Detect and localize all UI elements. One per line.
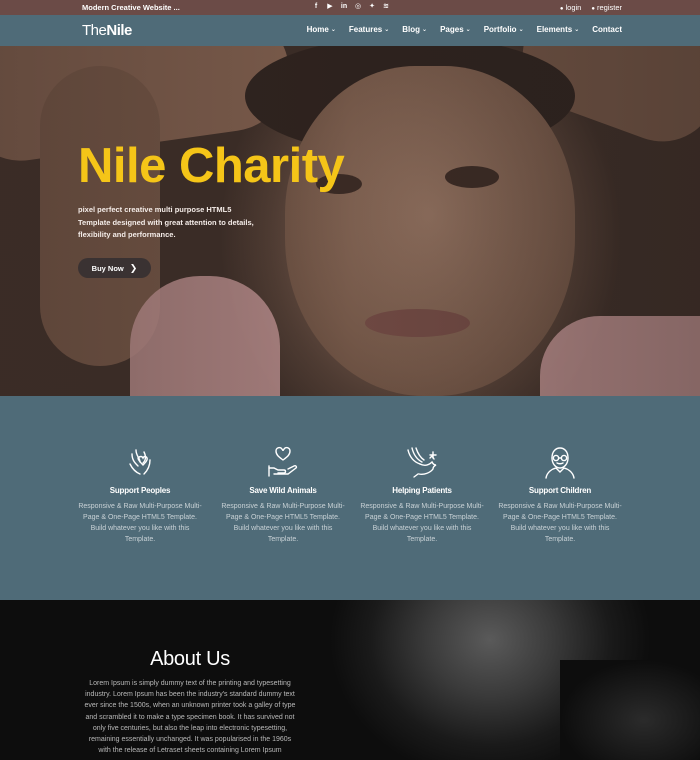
site-tagline: Modern Creative Website ... xyxy=(82,3,180,12)
feature-card: Support Children Responsive & Raw Multi-… xyxy=(498,444,622,545)
buy-now-button[interactable]: Buy Now ❯ xyxy=(78,258,151,278)
social-links: f ▶ in ◎ ✦ ≋ xyxy=(312,2,390,12)
features-section: Support Peoples Responsive & Raw Multi-P… xyxy=(0,396,700,600)
hero-subtitle: pixel perfect creative multi purpose HTM… xyxy=(78,205,254,239)
nav-item-home[interactable]: Home ⌄ xyxy=(307,25,336,34)
logo-part-the: The xyxy=(82,22,107,39)
chevron-down-icon: ⌄ xyxy=(384,27,390,33)
about-section: About Us Lorem Ipsum is simply dummy tex… xyxy=(0,600,700,760)
feature-description: Responsive & Raw Multi-Purpose Multi-Pag… xyxy=(78,503,202,543)
feature-title: Save Wild Animals xyxy=(249,486,317,495)
feature-description: Responsive & Raw Multi-Purpose Multi-Pag… xyxy=(360,503,484,543)
login-link[interactable]: ● login xyxy=(560,3,581,12)
nav-item-label: Features xyxy=(348,25,383,34)
feature-card: Save Wild Animals Responsive & Raw Multi… xyxy=(221,444,345,545)
hero-title: Nile Charity xyxy=(78,139,345,193)
nav-item-portfolio[interactable]: Portfolio ⌄ xyxy=(484,25,524,34)
nav-item-blog[interactable]: Blog ⌄ xyxy=(402,25,427,34)
main-menu: Home ⌄ Features ⌄ Blog ⌄ Pages ⌄ Portfolio ⌄ … xyxy=(307,25,622,34)
user-plus-icon: ● xyxy=(591,6,595,12)
chevron-down-icon: ⌄ xyxy=(518,27,524,33)
hands-heart-icon xyxy=(129,449,151,475)
top-bar: Modern Creative Website ... f ▶ in ◎ ✦ ≋… xyxy=(0,0,700,15)
nav-item-features[interactable]: Features ⌄ xyxy=(349,25,389,34)
nav-item-label: Pages xyxy=(440,25,464,34)
hand-heart-icon xyxy=(268,446,298,477)
chevron-down-icon: ⌄ xyxy=(574,27,580,33)
logo-part-nile: Nile xyxy=(106,22,132,39)
linkedin-icon[interactable]: in xyxy=(340,2,348,12)
feature-description: Responsive & Raw Multi-Purpose Multi-Pag… xyxy=(221,503,345,543)
register-label: register xyxy=(596,3,622,12)
chevron-down-icon: ⌄ xyxy=(465,27,471,33)
nav-item-elements[interactable]: Elements ⌄ xyxy=(537,25,580,34)
chevron-right-icon: ❯ xyxy=(129,262,138,273)
youtube-icon[interactable]: ▶ xyxy=(326,2,334,12)
feature-title: Support Children xyxy=(528,486,592,495)
nav-item-label: Elements xyxy=(536,25,573,34)
main-navbar: TheNile Home ⌄ Features ⌄ Blog ⌄ Pages ⌄ Por… xyxy=(0,15,700,46)
feature-title: Support Peoples xyxy=(109,486,171,495)
chevron-down-icon: ⌄ xyxy=(422,27,428,33)
register-link[interactable]: ● register xyxy=(591,3,622,12)
login-label: login xyxy=(565,3,582,12)
nav-item-label: Contact xyxy=(592,25,622,34)
about-title: About Us xyxy=(150,648,230,670)
about-photo-shadow xyxy=(560,660,700,760)
chevron-down-icon: ⌄ xyxy=(330,27,336,33)
site-logo[interactable]: TheNile xyxy=(82,22,132,39)
hero-section: Nile Charity pixel perfect creative mult… xyxy=(0,46,700,396)
elder-icon xyxy=(545,447,575,479)
nav-item-label: Blog xyxy=(402,25,421,34)
nav-item-label: Home xyxy=(306,25,329,34)
account-links: ● login ● register xyxy=(560,3,622,12)
dribbble-icon[interactable]: ◎ xyxy=(354,2,362,12)
feature-description: Responsive & Raw Multi-Purpose Multi-Pag… xyxy=(498,503,622,543)
dove-icon xyxy=(407,447,437,478)
feature-card: Helping Patients Responsive & Raw Multi-… xyxy=(360,444,484,545)
rss-icon[interactable]: ≋ xyxy=(382,2,390,12)
twitter-icon[interactable]: ✦ xyxy=(368,2,376,12)
buy-now-label: Buy Now xyxy=(91,263,124,273)
nav-item-contact[interactable]: Contact xyxy=(592,25,622,34)
lock-icon: ● xyxy=(559,6,564,12)
nav-item-pages[interactable]: Pages ⌄ xyxy=(440,25,471,34)
feature-card: Support Peoples Responsive & Raw Multi-P… xyxy=(78,444,202,545)
nav-item-label: Portfolio xyxy=(483,25,517,34)
about-text: Lorem Ipsum is simply dummy text of the … xyxy=(84,680,296,755)
feature-title: Helping Patients xyxy=(392,486,452,495)
facebook-icon[interactable]: f xyxy=(312,2,320,12)
